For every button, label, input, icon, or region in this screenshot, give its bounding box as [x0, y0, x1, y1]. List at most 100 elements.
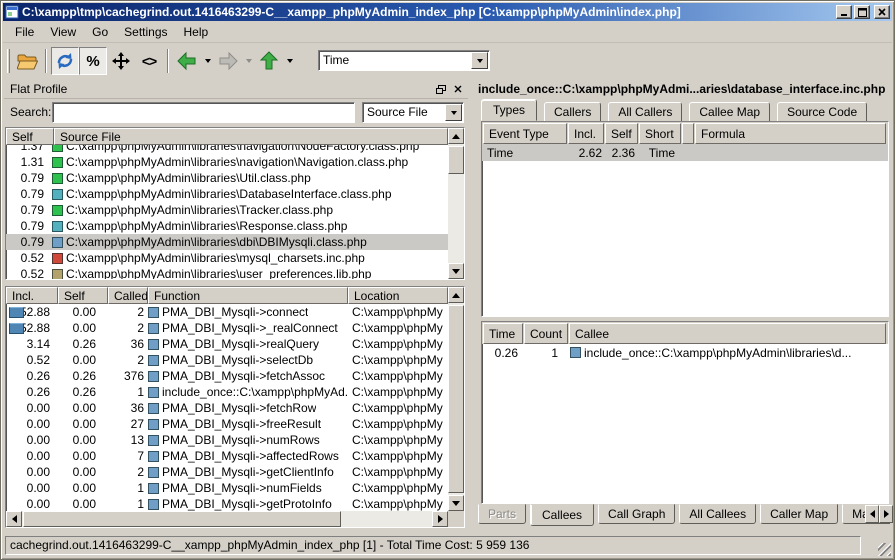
- column-header-self[interactable]: Self: [6, 128, 54, 145]
- event-type-combobox[interactable]: Time: [318, 50, 490, 71]
- function-row[interactable]: 0.000.002PMA_DBI_Mysqli->getClientInfoC:…: [6, 464, 448, 480]
- column-header-formula[interactable]: Formula: [695, 123, 886, 144]
- status-text: cachegrind.out.1416463299-C__xampp_phpMy…: [5, 536, 861, 555]
- source-file-row[interactable]: 0.79C:\xampp\phpMyAdmin\libraries\dbi\DB…: [6, 234, 448, 250]
- column-header-time[interactable]: Time: [483, 323, 523, 344]
- function-row[interactable]: 0.000.001PMA_DBI_Mysqli->numFieldsC:\xam…: [6, 480, 448, 496]
- column-header-event-type[interactable]: Event Type: [483, 123, 567, 144]
- source-list-scrollbar[interactable]: [448, 128, 464, 279]
- back-dropdown[interactable]: [201, 47, 214, 75]
- menu-settings[interactable]: Settings: [116, 23, 175, 41]
- function-row[interactable]: 0.000.0013PMA_DBI_Mysqli->numRowsC:\xamp…: [6, 432, 448, 448]
- column-header-count[interactable]: Count: [524, 323, 568, 344]
- toolbar-separator: [167, 49, 169, 73]
- grouping-combobox[interactable]: Source File: [362, 102, 464, 123]
- toolbar-handle[interactable]: [7, 49, 10, 73]
- event-type-row[interactable]: Time2.622.36Time: [482, 144, 888, 161]
- function-row[interactable]: 52.880.002PMA_DBI_Mysqli->connectC:\xamp…: [6, 304, 448, 320]
- tab-callers[interactable]: Callers: [544, 102, 601, 122]
- function-row[interactable]: 0.520.002PMA_DBI_Mysqli->selectDbC:\xamp…: [6, 352, 448, 368]
- flat-profile-titlebar[interactable]: Flat Profile: [4, 80, 468, 99]
- function-icon: [148, 403, 159, 414]
- column-header-called[interactable]: Called: [108, 287, 148, 304]
- tab-source-code[interactable]: Source Code: [777, 102, 867, 122]
- function-row[interactable]: 0.000.0036PMA_DBI_Mysqli->fetchRowC:\xam…: [6, 400, 448, 416]
- callee-row[interactable]: 0.261include_once::C:\xampp\phpMyAdmin\l…: [482, 344, 888, 361]
- search-input[interactable]: [52, 102, 355, 123]
- source-file-row[interactable]: 0.79C:\xampp\phpMyAdmin\libraries\Respon…: [6, 218, 448, 234]
- menu-go[interactable]: Go: [84, 23, 116, 41]
- menu-view[interactable]: View: [42, 23, 84, 41]
- scroll-down-button[interactable]: [448, 263, 464, 279]
- column-header-self[interactable]: Self: [58, 287, 108, 304]
- function-row[interactable]: 0.000.007PMA_DBI_Mysqli->affectedRowsC:\…: [6, 448, 448, 464]
- tab-call-graph[interactable]: Call Graph: [598, 504, 675, 524]
- relative-percent-button[interactable]: %: [79, 47, 107, 75]
- column-header-location[interactable]: Location: [348, 287, 448, 304]
- scrollbar-thumb[interactable]: [448, 305, 464, 493]
- column-header-callee[interactable]: Callee: [569, 323, 886, 344]
- tab-caller-map[interactable]: Caller Map: [760, 504, 838, 524]
- up-arrow-icon: [259, 51, 279, 71]
- source-file-row[interactable]: 1.37C:\xampp\phpMyAdmin\libraries\naviga…: [6, 145, 448, 154]
- combo-dropdown-button[interactable]: [471, 52, 488, 69]
- forward-dropdown[interactable]: [242, 47, 255, 75]
- column-header-source-file[interactable]: Source File: [54, 128, 448, 145]
- source-file-row[interactable]: 0.79C:\xampp\phpMyAdmin\libraries\Tracke…: [6, 202, 448, 218]
- scroll-up-button[interactable]: [448, 128, 464, 144]
- shorten-templates-button[interactable]: <>: [135, 47, 163, 75]
- relative-to-parent-button[interactable]: [107, 47, 135, 75]
- scrollbar-thumb[interactable]: [448, 146, 464, 174]
- arrow-left-icon: [870, 510, 875, 518]
- function-list-scrollbar[interactable]: [448, 287, 464, 511]
- scrollbar-thumb[interactable]: [23, 511, 341, 527]
- function-row[interactable]: 0.000.0027PMA_DBI_Mysqli->freeResultC:\x…: [6, 416, 448, 432]
- cycle-percentage-button[interactable]: [51, 47, 79, 75]
- source-file-row[interactable]: 0.79C:\xampp\phpMyAdmin\libraries\Util.c…: [6, 170, 448, 186]
- close-panel-button[interactable]: [451, 83, 464, 95]
- title-bar[interactable]: C:\xampp\tmp\cachegrind.out.1416463299-C…: [3, 3, 892, 21]
- column-header-incl[interactable]: Incl.: [6, 287, 58, 304]
- scroll-up-button[interactable]: [448, 287, 464, 303]
- minimize-button[interactable]: [836, 5, 852, 19]
- source-file-row[interactable]: 0.79C:\xampp\phpMyAdmin\libraries\Databa…: [6, 186, 448, 202]
- forward-button[interactable]: [214, 47, 242, 75]
- source-file-row[interactable]: 0.52C:\xampp\phpMyAdmin\libraries\mysql_…: [6, 250, 448, 266]
- function-row[interactable]: 0.260.26376PMA_DBI_Mysqli->fetchAssocC:\…: [6, 368, 448, 384]
- open-file-button[interactable]: [13, 47, 41, 75]
- function-row[interactable]: 0.260.261include_once::C:\xampp\phpMyAd.…: [6, 384, 448, 400]
- tab-scroll-left-button[interactable]: [865, 505, 879, 523]
- source-file-row[interactable]: 1.31C:\xampp\phpMyAdmin\libraries\naviga…: [6, 154, 448, 170]
- up-button[interactable]: [255, 47, 283, 75]
- column-header-spacer[interactable]: [682, 123, 694, 144]
- column-header-incl[interactable]: Incl.: [568, 123, 604, 144]
- panel-splitter[interactable]: [468, 80, 478, 530]
- scroll-down-button[interactable]: [448, 495, 464, 511]
- tab-all-callers[interactable]: All Callers: [608, 102, 682, 122]
- close-button[interactable]: [874, 5, 890, 19]
- combo-dropdown-button[interactable]: [445, 104, 462, 121]
- function-row[interactable]: 3.140.2636PMA_DBI_Mysqli->realQueryC:\xa…: [6, 336, 448, 352]
- tab-callees[interactable]: Callees: [530, 504, 594, 526]
- column-header-short[interactable]: Short: [639, 123, 681, 144]
- back-button[interactable]: [173, 47, 201, 75]
- scroll-left-button[interactable]: [6, 511, 22, 527]
- tab-types[interactable]: Types: [481, 99, 537, 121]
- up-dropdown[interactable]: [283, 47, 296, 75]
- tab-scroll-right-button[interactable]: [879, 505, 893, 523]
- tab-all-callees[interactable]: All Callees: [679, 504, 756, 524]
- function-row[interactable]: 52.880.002PMA_DBI_Mysqli->_realConnectC:…: [6, 320, 448, 336]
- float-panel-button[interactable]: [434, 83, 447, 95]
- scroll-right-button[interactable]: [432, 511, 448, 527]
- resize-grip[interactable]: [878, 543, 891, 556]
- menu-help[interactable]: Help: [176, 23, 217, 41]
- percent-icon: %: [86, 53, 99, 70]
- column-header-self[interactable]: Self: [605, 123, 638, 144]
- function-list-hscrollbar[interactable]: [6, 511, 448, 527]
- maximize-button[interactable]: [854, 5, 870, 19]
- source-file-row[interactable]: 0.52C:\xampp\phpMyAdmin\libraries\user_p…: [6, 266, 448, 279]
- menu-file[interactable]: File: [7, 23, 42, 41]
- tab-callee-map[interactable]: Callee Map: [689, 102, 770, 122]
- column-header-function[interactable]: Function: [148, 287, 348, 304]
- function-row[interactable]: 0.000.001PMA_DBI_Mysqli->getProtoInfoC:\…: [6, 496, 448, 511]
